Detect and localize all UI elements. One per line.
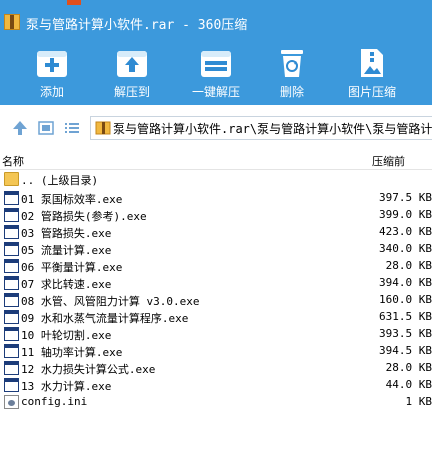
file-row[interactable]: 02 管路损失(参考).exe 399.0 KB — [0, 207, 432, 224]
add-label: 添加 — [39, 85, 64, 99]
settings-file-icon — [4, 395, 19, 409]
exe-icon — [4, 378, 19, 392]
file-row[interactable]: config.ini 1 KB — [0, 394, 432, 411]
exe-icon — [4, 191, 19, 205]
one-click-extract-icon — [201, 51, 231, 77]
file-size: 631.5 KB — [379, 310, 432, 323]
file-size: 394.5 KB — [379, 344, 432, 357]
up-arrow-icon[interactable] — [12, 120, 28, 136]
delete-label: 删除 — [279, 85, 304, 99]
file-size: 28.0 KB — [385, 361, 432, 374]
file-size: 1 KB — [405, 395, 432, 408]
exe-icon — [4, 327, 19, 341]
file-size: 28.0 KB — [385, 259, 432, 272]
archive-icon — [4, 14, 20, 30]
path-text: 泵与管路计算小软件.rar\泵与管路计算小软件\泵与管路计算小 — [113, 122, 432, 136]
exe-icon — [4, 242, 19, 256]
file-row[interactable]: 09 水和水蒸气流量计算程序.exe 631.5 KB — [0, 309, 432, 326]
add-icon — [37, 51, 67, 77]
file-size: 399.0 KB — [379, 208, 432, 221]
exe-icon — [4, 344, 19, 358]
size-column-header[interactable]: 压缩前 — [372, 153, 405, 169]
name-column-header[interactable]: 名称 — [2, 153, 24, 169]
archive-icon — [95, 121, 111, 135]
delete-button[interactable]: 删除 — [257, 47, 327, 103]
file-name: .. (上级目录) — [21, 174, 99, 187]
exe-icon — [4, 361, 19, 375]
file-size: 394.0 KB — [379, 276, 432, 289]
file-name: 07 求比转速.exe — [21, 278, 112, 291]
title-bar: 泵与管路计算小软件.rar - 360压缩 — [0, 0, 432, 45]
file-name: config.ini — [21, 395, 88, 408]
file-name: 01 泵国标效率.exe — [21, 193, 123, 206]
file-name: 13 水力计算.exe — [21, 380, 112, 393]
image-compress-button[interactable]: 图片压缩 — [336, 47, 408, 103]
file-name: 12 水力损失计算公式.exe — [21, 363, 156, 376]
exe-icon — [4, 276, 19, 290]
file-name: 06 平衡量计算.exe — [21, 261, 123, 274]
exe-icon — [4, 293, 19, 307]
file-name: 08 水管、风管阻力计算 v3.0.exe — [21, 295, 200, 308]
path-bar[interactable]: 泵与管路计算小软件.rar\泵与管路计算小软件\泵与管路计算小 — [90, 116, 432, 140]
extract-to-button[interactable]: 解压到 — [97, 47, 167, 103]
list-view-icon[interactable] — [64, 120, 80, 136]
file-name: 05 流量计算.exe — [21, 244, 112, 257]
file-size: 393.5 KB — [379, 327, 432, 340]
file-row[interactable]: 06 平衡量计算.exe 28.0 KB — [0, 258, 432, 275]
file-name: 09 水和水蒸气流量计算程序.exe — [21, 312, 189, 325]
thumbnail-view-icon[interactable] — [38, 120, 54, 136]
file-row[interactable]: 13 水力计算.exe 44.0 KB — [0, 377, 432, 394]
file-row[interactable]: 12 水力损失计算公式.exe 28.0 KB — [0, 360, 432, 377]
window-title: 泵与管路计算小软件.rar - 360压缩 — [26, 18, 248, 33]
exe-icon — [4, 310, 19, 324]
file-size: 423.0 KB — [379, 225, 432, 238]
file-row[interactable]: 03 管路损失.exe 423.0 KB — [0, 224, 432, 241]
one-click-extract-label: 一键解压 — [191, 85, 240, 99]
file-name: 11 轴功率计算.exe — [21, 346, 123, 359]
file-name: 03 管路损失.exe — [21, 227, 112, 240]
file-size: 397.5 KB — [379, 191, 432, 204]
extract-icon — [117, 51, 147, 77]
folder-icon — [4, 172, 19, 186]
file-size: 44.0 KB — [385, 378, 432, 391]
window-badge — [67, 0, 81, 5]
recycle-bin-icon — [281, 50, 303, 77]
file-row[interactable]: 07 求比转速.exe 394.0 KB — [0, 275, 432, 292]
exe-icon — [4, 259, 19, 273]
file-row[interactable]: 08 水管、风管阻力计算 v3.0.exe 160.0 KB — [0, 292, 432, 309]
toolbar: 添加 解压到 一键解压 删除 图片压缩 — [0, 45, 432, 105]
add-button[interactable]: 添加 — [17, 47, 87, 103]
file-row[interactable]: 11 轴功率计算.exe 394.5 KB — [0, 343, 432, 360]
one-click-extract-button[interactable]: 一键解压 — [181, 47, 251, 103]
file-row[interactable]: 10 叶轮切割.exe 393.5 KB — [0, 326, 432, 343]
file-row[interactable]: 05 流量计算.exe 340.0 KB — [0, 241, 432, 258]
column-header: 名称 压缩前 — [0, 152, 432, 170]
file-size: 160.0 KB — [379, 293, 432, 306]
file-name: 10 叶轮切割.exe — [21, 329, 112, 342]
exe-icon — [4, 208, 19, 222]
extract-to-label: 解压到 — [113, 85, 150, 99]
image-compress-label: 图片压缩 — [347, 85, 396, 99]
parent-folder-row[interactable]: .. (上级目录) — [0, 171, 432, 188]
exe-icon — [4, 225, 19, 239]
file-size: 340.0 KB — [379, 242, 432, 255]
file-name: 02 管路损失(参考).exe — [21, 210, 147, 223]
file-row[interactable]: 01 泵国标效率.exe 397.5 KB — [0, 190, 432, 207]
image-compress-icon — [361, 49, 383, 77]
